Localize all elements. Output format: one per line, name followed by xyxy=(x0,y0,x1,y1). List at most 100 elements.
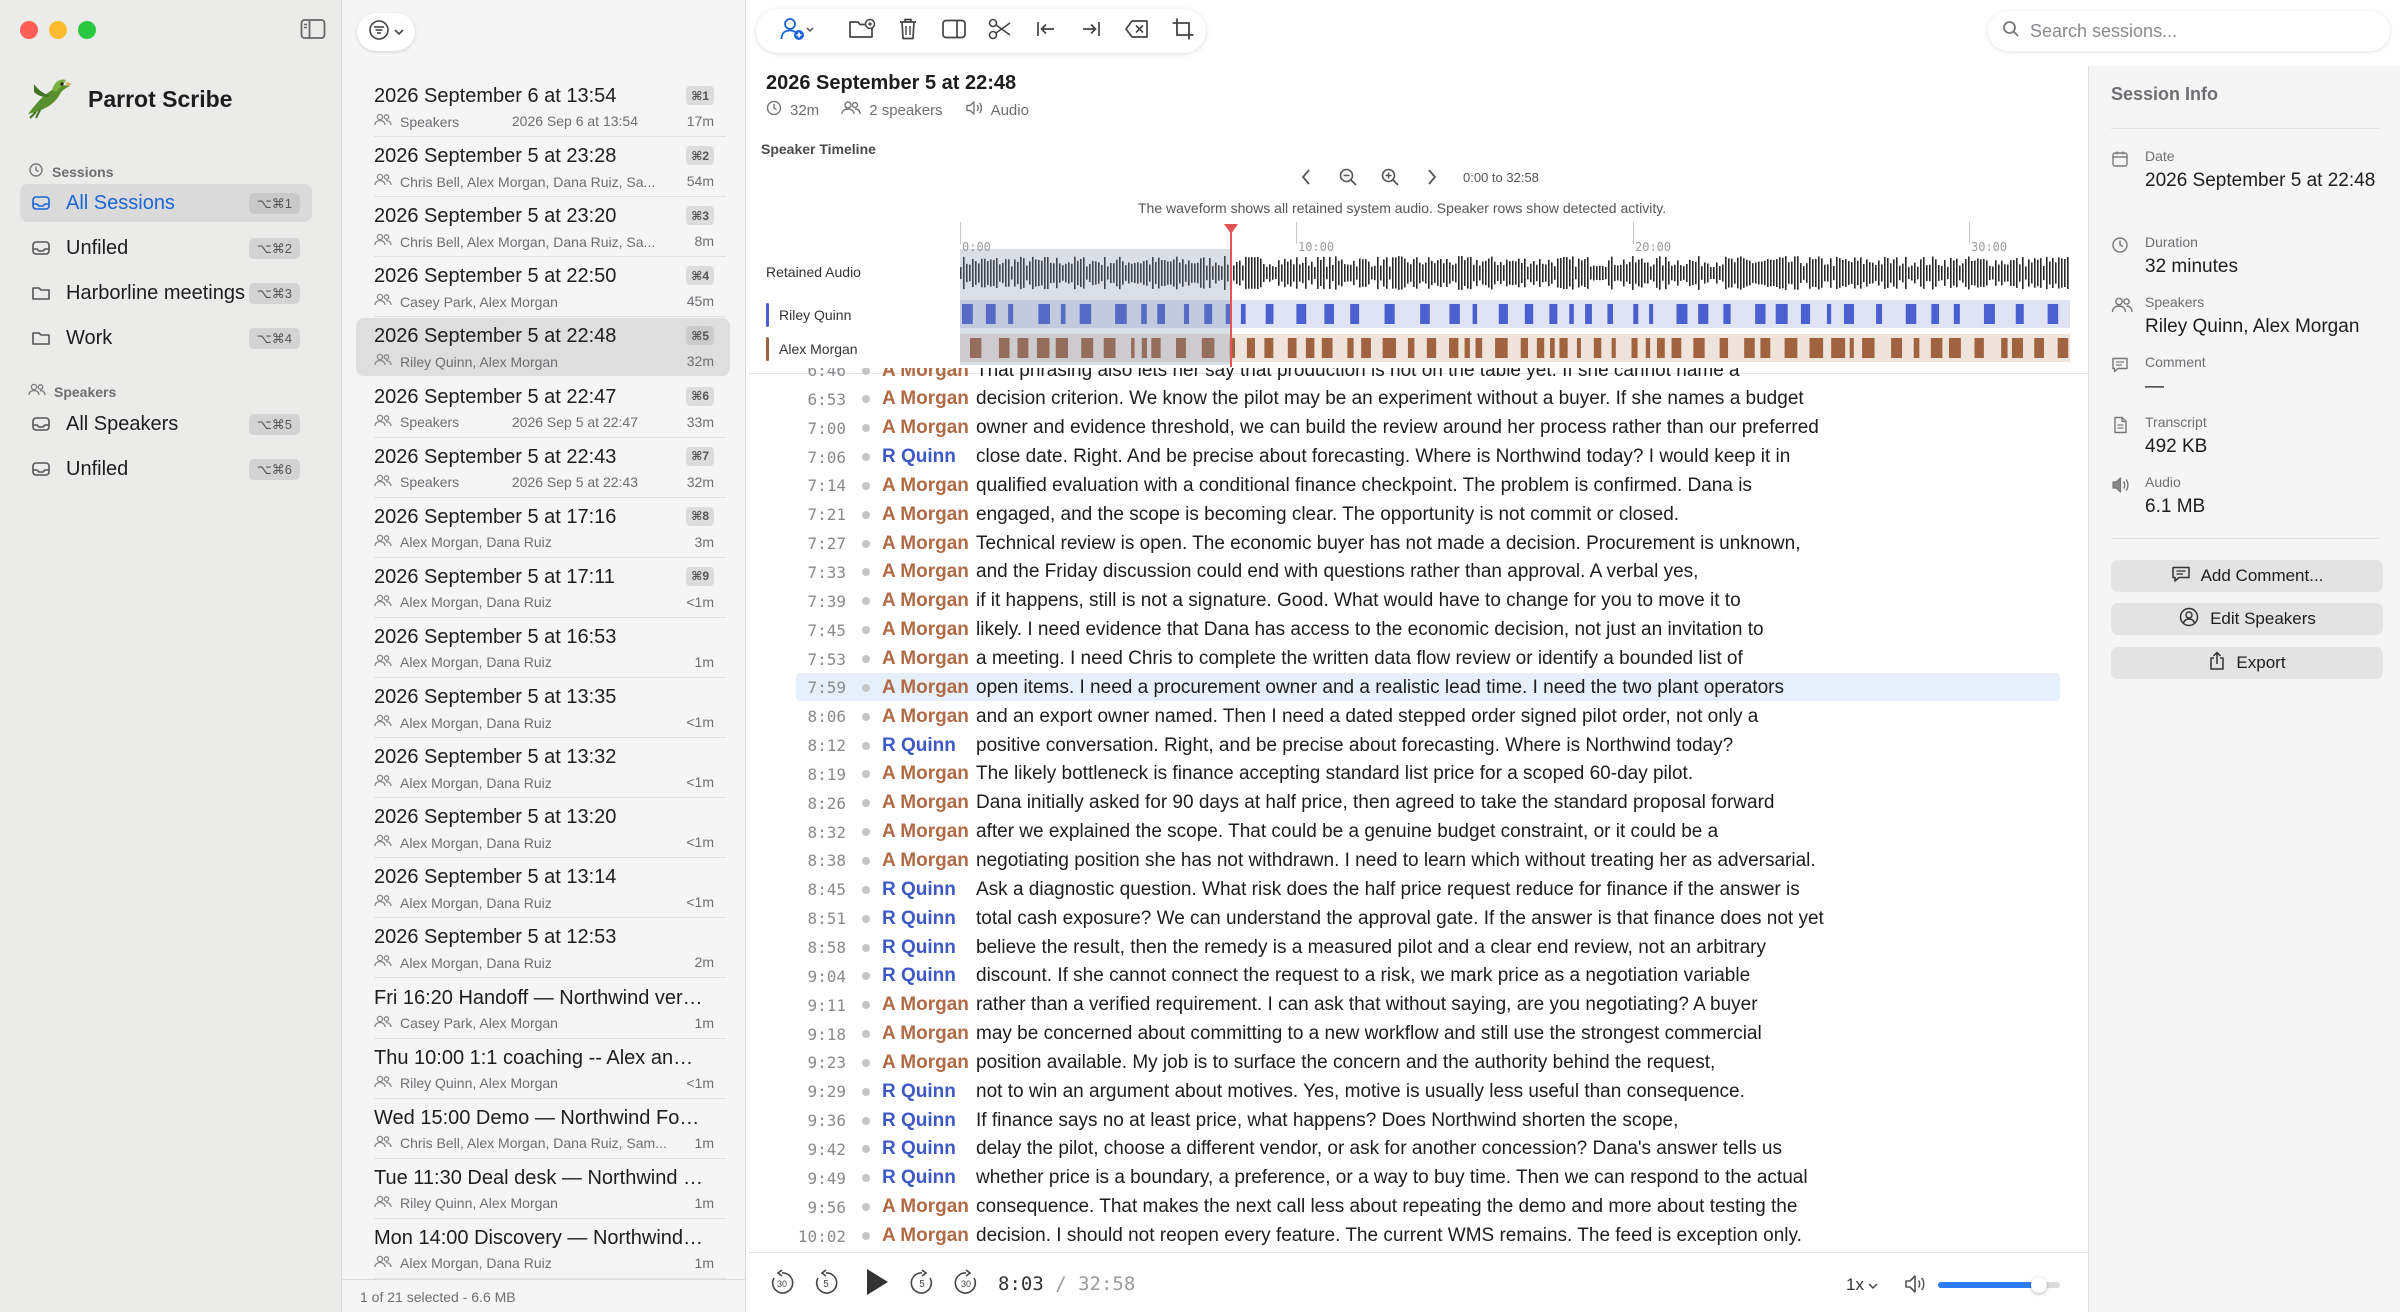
speaker-name[interactable]: R Quinn xyxy=(882,879,976,901)
speaker-name[interactable]: A Morgan xyxy=(882,821,976,843)
transcript-line[interactable]: 9:29 R Quinn not to win an argument about … xyxy=(748,1077,2088,1106)
timestamp[interactable]: 9:56 xyxy=(748,1198,846,1217)
timestamp[interactable]: 7:06 xyxy=(748,448,846,467)
session-row[interactable]: 2026 September 5 at 13:35 Alex Morgan, Da… xyxy=(356,679,730,738)
transcript-line[interactable]: 6:53 A Morgan decision criterion. We know … xyxy=(748,385,2088,414)
transcript-line[interactable]: 7:39 A Morgan if it happens, still is not … xyxy=(748,587,2088,616)
speaker-name[interactable]: A Morgan xyxy=(882,561,976,583)
speaker-name[interactable]: A Morgan xyxy=(882,994,976,1016)
speaker-name[interactable]: R Quinn xyxy=(882,908,976,930)
chevron-right-icon[interactable] xyxy=(1421,166,1443,188)
timestamp[interactable]: 8:58 xyxy=(748,938,846,957)
transcript-line[interactable]: 9:23 A Morgan position available. My job i… xyxy=(748,1048,2088,1077)
speaker-name[interactable]: A Morgan xyxy=(882,1225,976,1247)
transcript-line[interactable]: 8:19 A Morgan The likely bottleneck is fin… xyxy=(748,760,2088,789)
timestamp[interactable]: 8:45 xyxy=(748,880,846,899)
timestamp[interactable]: 7:45 xyxy=(748,621,846,640)
speaker-name[interactable]: A Morgan xyxy=(882,368,976,382)
timestamp[interactable]: 8:38 xyxy=(748,851,846,870)
transcript[interactable]: 6:46 A Morgan That phrasing also lets her … xyxy=(748,368,2088,1252)
transcript-line[interactable]: 8:58 R Quinn believe the result, then the … xyxy=(748,933,2088,962)
add-comment-button[interactable]: Add Comment... xyxy=(2111,560,2383,592)
speaker-name[interactable]: A Morgan xyxy=(882,388,976,410)
delete-button[interactable] xyxy=(885,13,931,49)
timestamp[interactable]: 8:06 xyxy=(748,707,846,726)
zoom-out-icon[interactable] xyxy=(1337,166,1359,188)
transcript-line[interactable]: 9:49 R Quinn whether price is a boundary, … xyxy=(748,1164,2088,1193)
transcript-line[interactable]: 6:46 A Morgan That phrasing also lets her … xyxy=(748,368,2088,385)
filter-menu-button[interactable] xyxy=(357,13,415,51)
session-row[interactable]: 2026 September 5 at 22:43 Speakers 2026 Se… xyxy=(356,439,730,498)
speaker-name[interactable]: A Morgan xyxy=(882,590,976,612)
timestamp[interactable]: 9:11 xyxy=(748,996,846,1015)
transcript-line[interactable]: 8:06 A Morgan and an export owner named. T… xyxy=(748,702,2088,731)
timestamp[interactable]: 9:49 xyxy=(748,1169,846,1188)
transcript-line[interactable]: 9:56 A Morgan consequence. That makes the … xyxy=(748,1193,2088,1222)
timestamp[interactable]: 7:53 xyxy=(748,650,846,669)
speaker-name[interactable]: A Morgan xyxy=(882,475,976,497)
speaker-name[interactable]: A Morgan xyxy=(882,1023,976,1045)
speaker-name[interactable]: A Morgan xyxy=(882,1196,976,1218)
transcript-line[interactable]: 7:27 A Morgan Technical review is open. Th… xyxy=(748,529,2088,558)
speaker-name[interactable]: A Morgan xyxy=(882,619,976,641)
search-field[interactable] xyxy=(1988,11,2390,51)
speaker-name[interactable]: R Quinn xyxy=(882,446,976,468)
toggle-info-panel-button[interactable] xyxy=(931,13,977,49)
transcript-line[interactable]: 7:45 A Morgan likely. I need evidence that… xyxy=(748,616,2088,645)
clear-button[interactable] xyxy=(1114,13,1160,49)
speaker-name[interactable]: A Morgan xyxy=(882,504,976,526)
sidebar-item-all-speakers[interactable]: All Speakers ⌥⌘5 xyxy=(20,405,312,443)
speaker-name[interactable]: A Morgan xyxy=(882,792,976,814)
transcript-line[interactable]: 9:42 R Quinn delay the pilot, choose a dif… xyxy=(748,1135,2088,1164)
sidebar-item-unfiled-speakers[interactable]: Unfiled ⌥⌘6 xyxy=(20,450,312,488)
timestamp[interactable]: 7:59 xyxy=(748,678,846,697)
play-button[interactable] xyxy=(860,1267,894,1301)
timestamp[interactable]: 8:32 xyxy=(748,823,846,842)
sidebar-item-harborline-meetings[interactable]: Harborline meetings ⌥⌘3 xyxy=(20,274,312,312)
speaker-name[interactable]: A Morgan xyxy=(882,677,976,699)
playhead[interactable] xyxy=(1229,228,1232,367)
trim-end-button[interactable] xyxy=(1068,13,1114,49)
volume-slider[interactable] xyxy=(1938,1277,2060,1293)
session-row[interactable]: 2026 September 5 at 23:20 Chris Bell, Ale… xyxy=(356,198,730,258)
volume-icon[interactable] xyxy=(1904,1273,1930,1300)
timestamp[interactable]: 7:00 xyxy=(748,419,846,438)
speaker-name[interactable]: R Quinn xyxy=(882,1138,976,1160)
session-row[interactable]: 2026 September 5 at 13:20 Alex Morgan, Da… xyxy=(356,799,730,859)
transcript-line[interactable]: 9:36 R Quinn If finance says no at least p… xyxy=(748,1106,2088,1135)
timestamp[interactable]: 8:12 xyxy=(748,736,846,755)
session-row[interactable]: 2026 September 5 at 22:47 Speakers 2026 Se… xyxy=(356,379,730,438)
timestamp[interactable]: 6:46 xyxy=(748,368,846,380)
speaker-name[interactable]: A Morgan xyxy=(882,648,976,670)
timestamp[interactable]: 7:33 xyxy=(748,563,846,582)
zoom-window-button[interactable] xyxy=(78,21,96,39)
speaker-name[interactable]: R Quinn xyxy=(882,937,976,959)
timestamp[interactable]: 7:39 xyxy=(748,592,846,611)
transcript-line[interactable]: 7:14 A Morgan qualified evaluation with a … xyxy=(748,471,2088,500)
speaker-name[interactable]: A Morgan xyxy=(882,850,976,872)
trim-start-button[interactable] xyxy=(1023,13,1069,49)
speaker-name[interactable]: A Morgan xyxy=(882,533,976,555)
playback-speed-menu[interactable]: 1x xyxy=(1846,1275,1878,1295)
session-row[interactable]: 2026 September 5 at 17:11 Alex Morgan, Da… xyxy=(356,559,730,618)
chevron-left-icon[interactable] xyxy=(1295,166,1317,188)
timestamp[interactable]: 8:19 xyxy=(748,765,846,784)
timestamp[interactable]: 8:26 xyxy=(748,794,846,813)
timestamp[interactable]: 7:27 xyxy=(748,534,846,553)
transcript-line[interactable]: 8:38 A Morgan negotiating position she has… xyxy=(748,846,2088,875)
transcript-line[interactable]: 7:06 R Quinn close date. Right. And be pre… xyxy=(748,443,2088,472)
session-row[interactable]: 2026 September 5 at 22:50 Casey Park, Ale… xyxy=(356,258,730,318)
edit-speakers-button[interactable]: Edit Speakers xyxy=(2111,603,2383,635)
speaker-name[interactable]: R Quinn xyxy=(882,1081,976,1103)
session-row[interactable]: Mon 14:00 Discovery — Northwind Fo... Ale… xyxy=(356,1220,730,1279)
session-row[interactable]: Fri 16:20 Handoff — Northwind verbal... C… xyxy=(356,980,730,1039)
playhead-handle[interactable] xyxy=(1223,224,1238,234)
minimize-window-button[interactable] xyxy=(49,21,67,39)
split-button[interactable] xyxy=(977,13,1023,49)
skip-forward-5-button[interactable]: 5 xyxy=(908,1268,936,1299)
transcript-line[interactable]: 7:00 A Morgan owner and evidence threshold… xyxy=(748,414,2088,443)
session-row[interactable]: 2026 September 5 at 17:16 Alex Morgan, Da… xyxy=(356,499,730,558)
sidebar-toggle-icon[interactable] xyxy=(300,18,328,42)
export-button[interactable]: Export xyxy=(2111,647,2383,679)
session-row[interactable]: 2026 September 5 at 13:14 Alex Morgan, Da… xyxy=(356,859,730,919)
